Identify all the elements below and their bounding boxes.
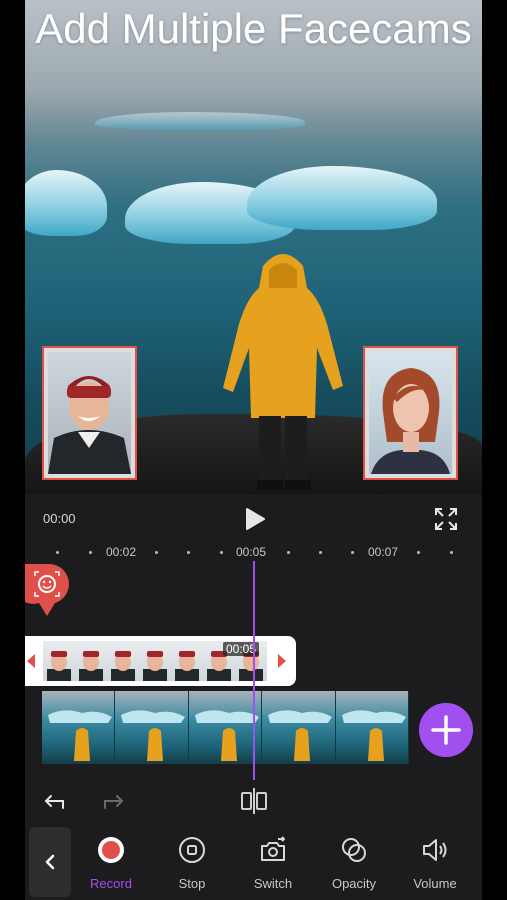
opacity-label: Opacity <box>331 876 377 891</box>
iceberg-distant <box>95 112 305 130</box>
trim-right-handle[interactable] <box>278 654 286 668</box>
play-icon[interactable] <box>241 506 267 532</box>
headline: Add Multiple Facecams <box>35 5 472 52</box>
switch-button[interactable]: Switch <box>233 824 313 900</box>
ruler-label: 00:05 <box>236 545 267 559</box>
ruler-tick <box>450 551 453 554</box>
facecam-marker-icon[interactable] <box>25 562 69 618</box>
record-icon <box>98 837 124 863</box>
redo-icon[interactable] <box>99 788 125 814</box>
video-preview[interactable]: Add Multiple Facecams <box>25 0 482 494</box>
back-button[interactable] <box>29 827 71 897</box>
facecam-thumbnail <box>107 641 139 681</box>
record-button[interactable]: Record <box>71 824 151 900</box>
stop-label: Stop <box>178 876 206 891</box>
facecam-thumbnail <box>171 641 203 681</box>
facecam-thumbnail <box>75 641 107 681</box>
playback-bar: 00:00 <box>25 494 482 544</box>
stop-icon <box>179 837 205 863</box>
ruler-tick <box>319 551 322 554</box>
facecam-left[interactable] <box>42 346 137 480</box>
video-thumbnail <box>115 691 189 764</box>
video-thumbnail <box>188 691 263 764</box>
video-thumbnail <box>262 691 336 764</box>
iceberg-left <box>25 170 107 236</box>
playhead[interactable] <box>253 561 255 780</box>
bottom-toolbar: Record Stop Switch Opacity Volume <box>25 824 482 900</box>
facecam-thumbnail <box>139 641 171 681</box>
switch-label: Switch <box>253 876 293 891</box>
app-screen: Add Multiple Facecams 00:00 00:02 00:05 … <box>25 0 482 900</box>
chevron-left-icon <box>45 854 55 870</box>
video-thumbnail <box>42 691 116 764</box>
facecam-right[interactable] <box>363 346 458 480</box>
ruler-tick <box>155 551 158 554</box>
facecam-clip-track[interactable]: 00:05 <box>25 636 296 686</box>
ruler-tick <box>220 551 223 554</box>
add-clip-icon[interactable] <box>419 703 473 757</box>
ruler-tick <box>351 551 354 554</box>
opacity-button[interactable]: Opacity <box>314 824 394 900</box>
ruler-tick <box>89 551 92 554</box>
undo-icon[interactable] <box>43 788 69 814</box>
volume-icon <box>423 839 447 861</box>
trim-left-handle[interactable] <box>27 654 35 668</box>
record-label: Record <box>90 876 132 891</box>
current-time: 00:00 <box>43 511 76 526</box>
ruler-tick <box>287 551 290 554</box>
iceberg-right <box>247 166 437 230</box>
opacity-icon <box>342 838 366 862</box>
ruler-label: 00:02 <box>106 545 137 559</box>
ruler-tick <box>56 551 59 554</box>
video-thumbnail <box>335 691 410 764</box>
man-portrait <box>48 376 131 474</box>
video-clip-track[interactable] <box>42 691 410 764</box>
facecam-thumbnail <box>43 641 75 681</box>
ruler-tick <box>187 551 190 554</box>
switch-camera-icon <box>261 836 285 861</box>
fullscreen-icon[interactable] <box>433 506 459 532</box>
volume-button[interactable]: Volume <box>395 824 475 900</box>
ruler-label: 00:07 <box>368 545 399 559</box>
person-figure <box>223 254 343 490</box>
stop-button[interactable]: Stop <box>152 824 232 900</box>
volume-label: Volume <box>413 876 457 891</box>
split-icon[interactable] <box>239 786 269 816</box>
woman-portrait <box>371 368 450 474</box>
ruler-tick <box>417 551 420 554</box>
